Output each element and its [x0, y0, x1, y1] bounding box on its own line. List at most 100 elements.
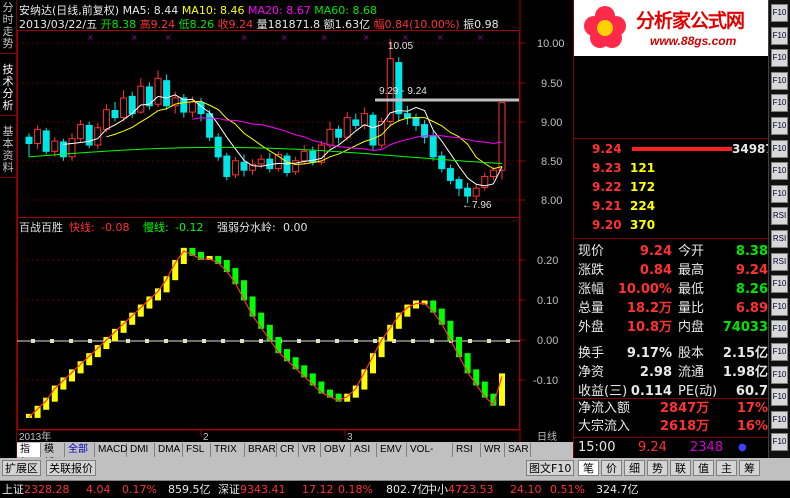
detail-tab[interactable]: 价	[601, 460, 622, 476]
indicator-tab-vr[interactable]: VR	[299, 443, 321, 457]
tool-button-f10[interactable]: F10	[771, 365, 788, 384]
indicator-tab-fsl[interactable]: FSL	[183, 443, 211, 457]
tool-button-f10[interactable]: F10	[771, 433, 788, 452]
zero-dot	[430, 339, 434, 343]
tool-button-f10[interactable]: F10	[771, 275, 788, 294]
indicator-tab-指标[interactable]: 指标	[17, 443, 41, 469]
kline-chart-area[interactable]: 安纳达(日线,前复权) MA5: 8.44 MA10: 8.46 MA20: 8…	[17, 0, 573, 458]
sz-amount: 802.7亿	[386, 483, 429, 496]
tool-button-rsi[interactable]: RSI	[771, 207, 788, 226]
indicator-bar	[473, 369, 480, 386]
tool-button-f10[interactable]: F10	[771, 297, 788, 316]
indicator-tab-dmi[interactable]: DMI	[127, 443, 155, 457]
tool-button-f10[interactable]: F10	[771, 117, 788, 135]
quote-label-1: 现价	[578, 244, 605, 259]
tool-button-rsi[interactable]: RSI	[771, 252, 788, 271]
quote-value-1: 9.24	[639, 244, 672, 259]
sz-index: 9343.41	[240, 483, 286, 496]
indicator-tab-模板[interactable]: 模板	[41, 443, 65, 469]
tool-button-f10[interactable]: F10	[771, 162, 788, 181]
flow-pct: 17%	[736, 401, 768, 416]
indicator-tab-dma[interactable]: DMA	[155, 443, 183, 457]
tool-button-rsi[interactable]: RSI	[771, 230, 788, 248]
detail-tab[interactable]: 值	[693, 460, 714, 476]
sz-label: 深证	[218, 483, 240, 496]
svg-text:×: ×	[241, 33, 248, 42]
indicator-tab-sar[interactable]: SAR	[505, 443, 531, 457]
indicator-tab-vol-tdx[interactable]: VOL-TDX	[407, 443, 453, 469]
flow-pct: 16%	[736, 419, 768, 434]
indicator-bar	[456, 336, 462, 358]
tool-button-f10[interactable]: F10	[771, 71, 788, 90]
zero-dot	[506, 339, 510, 343]
candle-body	[369, 114, 377, 146]
zero-dot	[31, 339, 35, 343]
zx-amount: 324.7亿	[596, 483, 639, 496]
indicator-tab-macd[interactable]: MACD	[95, 443, 127, 457]
indicator-bar	[464, 353, 471, 374]
indicator-tab-cr[interactable]: CR	[277, 443, 299, 457]
ask-row: 9.24 34987	[574, 142, 774, 156]
candle-body	[223, 155, 231, 177]
tool-button-f10[interactable]: F10	[771, 343, 788, 361]
detail-tab[interactable]: 笔	[578, 460, 599, 476]
indicator-bar	[241, 280, 247, 301]
tool-button-f10[interactable]: F10	[771, 410, 788, 429]
sz-change: 17.12	[302, 483, 334, 496]
tab-f10[interactable]: 图文F10	[526, 460, 575, 476]
indicator-tab-obv[interactable]: OBV	[321, 443, 351, 457]
quote-row: 涨跌 0.84 最高 9.24	[578, 263, 768, 279]
quote-row: 净资 2.98 流通 1.98亿	[578, 365, 768, 381]
candle-body	[111, 110, 119, 119]
quote-label-1: 涨跌	[578, 263, 605, 278]
indicator-name: 百战百胜	[19, 220, 63, 234]
flow-row: 大宗流入 2618万 16%	[578, 419, 768, 435]
indicator-tab-brar[interactable]: BRAR	[245, 443, 277, 457]
detail-tab[interactable]: 势	[647, 460, 668, 476]
tool-button-f10[interactable]: F10	[771, 388, 788, 407]
detail-tab[interactable]: 细	[624, 460, 645, 476]
candle-body	[240, 161, 248, 171]
zero-dot	[487, 339, 491, 343]
candle-body	[25, 136, 33, 144]
indicator-tab-全部[interactable]: 全部	[65, 443, 95, 457]
tool-button-f10[interactable]: F10	[771, 4, 788, 22]
logo-title: 分析家公式网	[636, 10, 745, 32]
quote-row: 现价 9.24 今开 8.38	[578, 244, 768, 260]
zero-dot	[411, 339, 415, 343]
tool-button-f10[interactable]: F10	[771, 184, 788, 203]
tool-button-f10[interactable]: F10	[771, 139, 788, 158]
indicator-tab-rsi[interactable]: RSI	[453, 443, 481, 457]
tick-row: 15:00 9.24 2348 ●	[578, 440, 768, 456]
svg-text:×: ×	[87, 33, 94, 42]
flow-value: 2618万	[660, 419, 710, 434]
tool-button-f10[interactable]: F10	[771, 49, 788, 68]
quote-value-2: 1.98亿	[722, 365, 768, 380]
tab-related-quote[interactable]: 关联报价	[46, 460, 96, 476]
tab-extension[interactable]: 扩展区	[2, 460, 41, 476]
quote-label-2: 内盘	[678, 320, 705, 335]
tab-intraday[interactable]: 分时走势	[0, 2, 16, 54]
zero-dot	[259, 339, 263, 343]
tool-button-f10[interactable]: F10	[771, 26, 788, 45]
tool-button-f10[interactable]: F10	[771, 320, 788, 339]
quote-value-1: 2.98	[639, 365, 672, 380]
detail-tab[interactable]: 主	[716, 460, 737, 476]
candle-body	[335, 128, 343, 138]
tab-technical[interactable]: 技术分析	[0, 64, 16, 116]
quote-value-1: 0.84	[639, 263, 672, 278]
event-markers: × × × × × × × × × ×	[87, 33, 484, 42]
bid-price: 9.22	[592, 180, 622, 194]
indicator-tab-trix[interactable]: TRIX	[211, 443, 245, 457]
ask-volume-bar	[632, 147, 732, 151]
detail-tab[interactable]: 联	[670, 460, 691, 476]
indicator-tab-emv[interactable]: EMV	[377, 443, 407, 457]
quote-value-2: 8.26	[735, 282, 768, 297]
detail-tab[interactable]: 筹	[739, 460, 760, 476]
tool-button-f10[interactable]: F10	[771, 94, 788, 113]
candle-body	[154, 77, 162, 105]
indicator-tab-wr[interactable]: WR	[481, 443, 505, 457]
tab-fundamental[interactable]: 基本资料	[0, 126, 16, 178]
indicator-tab-asi[interactable]: ASI	[351, 443, 377, 457]
indicator-bar	[447, 320, 454, 341]
